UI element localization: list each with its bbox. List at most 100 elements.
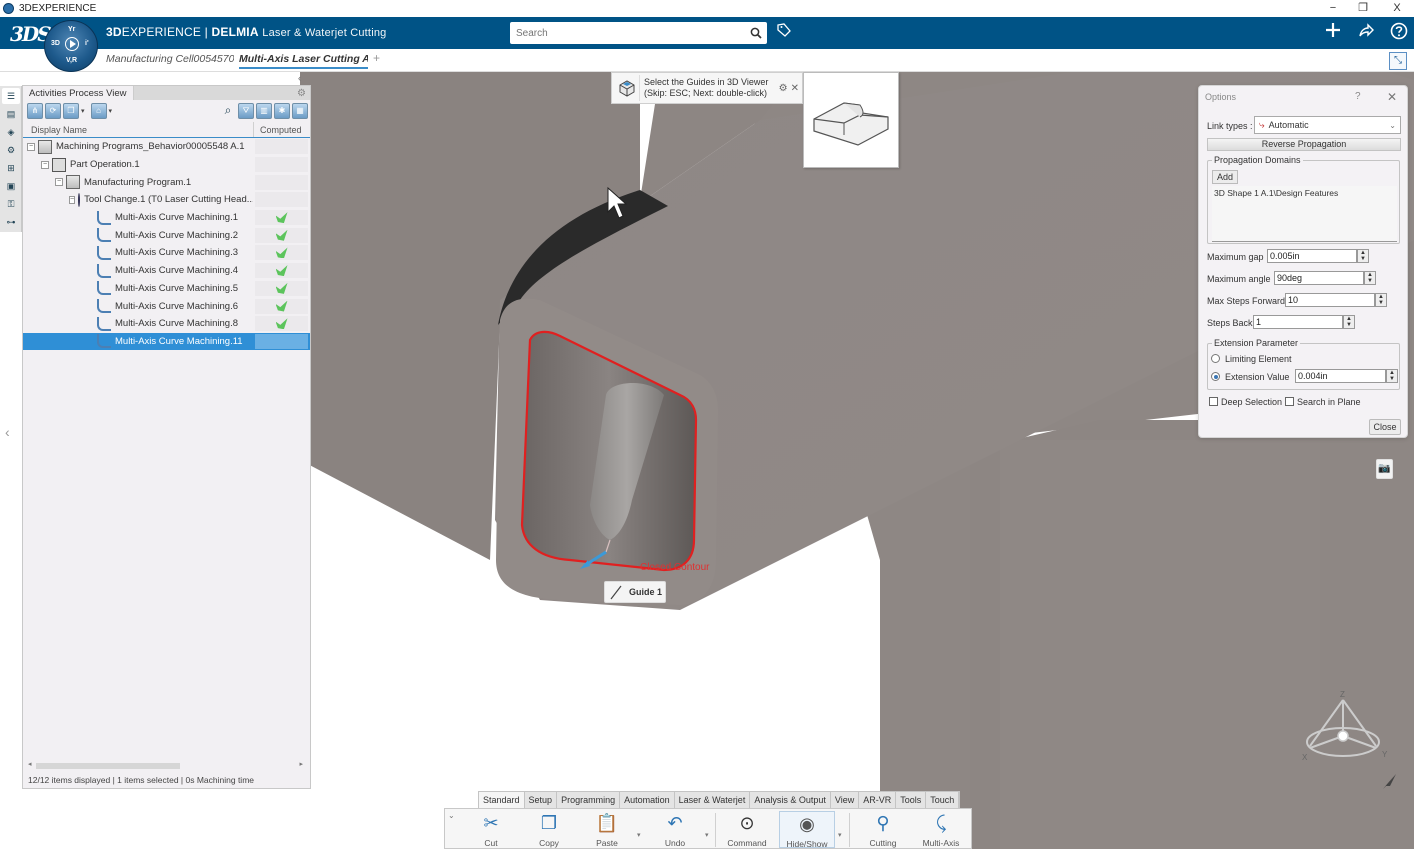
tree-row[interactable]: − Part Operation.1: [23, 156, 310, 174]
add-domain-button[interactable]: Add: [1212, 170, 1238, 184]
tree-row[interactable]: Multi-Axis Curve Machining.2: [23, 226, 310, 244]
cut-button[interactable]: ✂ Cut: [463, 811, 519, 848]
column-computed[interactable]: Computed: [253, 122, 310, 137]
domain-item[interactable]: 3D Shape 1 A.1\Design Features: [1214, 188, 1395, 198]
reverse-propagation-button[interactable]: Reverse Propagation: [1207, 138, 1401, 151]
action-tab-laser-waterjet[interactable]: Laser & Waterjet: [674, 792, 751, 808]
guide-label[interactable]: Guide 1: [604, 581, 666, 603]
help-icon[interactable]: [1388, 22, 1410, 44]
group-icon[interactable]: ⊞: [2, 160, 20, 176]
play-icon[interactable]: [65, 37, 79, 51]
copy-structure-icon[interactable]: ❐: [63, 103, 79, 119]
filter-icon[interactable]: ⛛: [238, 103, 254, 119]
prompt-close-icon[interactable]: ✕: [791, 83, 799, 94]
search-icon[interactable]: [745, 23, 767, 43]
doc-tab-manufacturing-cell[interactable]: Manufacturing Cell0054570: [106, 53, 234, 65]
collapse-panel-chevron[interactable]: ‹: [298, 73, 301, 83]
action-tab-setup[interactable]: Setup: [524, 792, 558, 808]
scrollbar-thumb[interactable]: [36, 763, 180, 769]
horizontal-scrollbar[interactable]: ◂ ▸: [28, 761, 303, 770]
action-tab-tools[interactable]: Tools: [896, 792, 927, 808]
tree-row[interactable]: − Machining Programs_Behavior00005548 A.1: [23, 138, 310, 156]
axis-compass[interactable]: Z X Y: [1300, 686, 1410, 790]
action-tab-programming[interactable]: Programming: [557, 792, 621, 808]
doc-tab-multi-axis-laser[interactable]: Multi-Axis Laser Cutting A.: [239, 53, 368, 69]
tube-vertical-right[interactable]: [1000, 440, 1320, 849]
add-tab-button[interactable]: +: [373, 51, 380, 65]
paste-dropdown-icon[interactable]: ▾: [637, 831, 641, 839]
deep-selection-checkbox[interactable]: [1209, 397, 1218, 406]
multi-axis-button[interactable]: ⤹ Multi-Axis: [913, 811, 969, 848]
command-button[interactable]: ⊙ Command: [719, 811, 775, 848]
filter-tree-icon[interactable]: ⋔: [27, 103, 43, 119]
prompt-settings-icon[interactable]: ⚙: [779, 83, 788, 94]
plus-icon[interactable]: [1322, 22, 1344, 44]
sync-icon[interactable]: ⟳: [45, 103, 61, 119]
action-tab-view[interactable]: View: [830, 792, 860, 808]
dropdown-arrow-icon[interactable]: ▾: [109, 107, 113, 115]
tree-row[interactable]: Multi-Axis Curve Machining.1: [23, 209, 310, 227]
collapse-toggle-icon[interactable]: −: [69, 195, 76, 204]
tree-row[interactable]: − Tool Change.1 (T0 Laser Cutting Head...: [23, 191, 310, 209]
collapse-toggle-icon[interactable]: −: [27, 142, 35, 151]
robot-icon[interactable]: ⚿: [2, 196, 20, 212]
copy-button[interactable]: ❐ Copy: [521, 811, 577, 848]
tree-row[interactable]: − Manufacturing Program.1: [23, 173, 310, 191]
camera-icon[interactable]: 📷: [1376, 459, 1393, 479]
tree-row[interactable]: Multi-Axis Curve Machining.11: [23, 332, 310, 351]
max-steps-forward-input[interactable]: [1285, 293, 1375, 307]
tag-icon[interactable]: [773, 22, 795, 44]
help-icon[interactable]: ?: [1355, 91, 1361, 102]
compass-widget[interactable]: Yr 3D i' V,R: [44, 20, 98, 72]
tree-row[interactable]: Multi-Axis Curve Machining.4: [23, 262, 310, 280]
max-angle-input[interactable]: [1274, 271, 1364, 285]
tree-row[interactable]: Multi-Axis Curve Machining.3: [23, 244, 310, 262]
close-window-button[interactable]: X: [1380, 0, 1414, 17]
undo-dropdown-icon[interactable]: ▾: [705, 831, 709, 839]
column-display-name[interactable]: Display Name: [23, 122, 253, 137]
link-types-select[interactable]: ⤷ Automatic ⌄: [1254, 116, 1401, 134]
action-tab-automation[interactable]: Automation: [620, 792, 675, 808]
panel-tab[interactable]: Activities Process View: [23, 86, 134, 100]
gear-icon[interactable]: ⚙: [297, 88, 306, 99]
close-button[interactable]: Close: [1369, 419, 1401, 435]
max-steps-forward-spinner[interactable]: ▲ ▼: [1375, 293, 1387, 307]
activity-icon[interactable]: ◈: [2, 124, 20, 140]
dropdown-arrow-icon[interactable]: ▾: [81, 107, 85, 115]
collapse-toggle-icon[interactable]: −: [41, 160, 49, 169]
undo-button[interactable]: ↶ Undo: [647, 811, 703, 848]
search-input[interactable]: [510, 23, 745, 43]
max-angle-spinner[interactable]: ▲ ▼: [1364, 271, 1376, 285]
expand-sidebar-chevron[interactable]: ‹: [5, 424, 10, 440]
extension-value-input[interactable]: [1295, 369, 1386, 383]
list-icon[interactable]: ▤: [2, 106, 20, 122]
tree-row[interactable]: Multi-Axis Curve Machining.5: [23, 280, 310, 298]
minimize-button[interactable]: −: [1316, 0, 1350, 17]
home-resource-icon[interactable]: ⌂: [90, 103, 107, 119]
resource-icon[interactable]: ⚙: [2, 142, 20, 158]
steps-back-spinner[interactable]: ▲ ▼: [1343, 315, 1355, 329]
tree-row[interactable]: Multi-Axis Curve Machining.8: [23, 315, 310, 333]
search-in-plane-checkbox[interactable]: [1285, 397, 1294, 406]
cutting-button[interactable]: ⚲ Cutting: [855, 811, 911, 848]
share-icon[interactable]: [1355, 22, 1377, 44]
action-tab-ar-vr[interactable]: AR-VR: [859, 792, 897, 808]
view-direction-icon[interactable]: [1381, 775, 1395, 794]
hide-show-dropdown-icon[interactable]: ▾: [838, 831, 842, 839]
action-tab-standard[interactable]: Standard: [479, 792, 525, 808]
search-box[interactable]: [510, 22, 767, 44]
machine-icon[interactable]: ▣: [2, 178, 20, 194]
extension-value-radio[interactable]: [1211, 372, 1220, 381]
save-icon[interactable]: ▦: [292, 103, 308, 119]
action-bar-collapse-icon[interactable]: ⌄: [448, 811, 455, 820]
domain-list[interactable]: 3D Shape 1 A.1\Design Features: [1212, 186, 1397, 242]
collapse-toggle-icon[interactable]: −: [55, 178, 63, 187]
close-icon[interactable]: ✕: [1387, 90, 1397, 104]
tree-row[interactable]: Multi-Axis Curve Machining.6: [23, 297, 310, 315]
steps-back-input[interactable]: [1253, 315, 1343, 329]
restore-button[interactable]: ❐: [1346, 0, 1380, 17]
hide-show-button[interactable]: ◉ Hide/Show: [779, 811, 835, 849]
max-gap-spinner[interactable]: ▲ ▼: [1357, 249, 1369, 263]
paste-button[interactable]: 📋 Paste: [579, 811, 635, 848]
tree-icon[interactable]: ☰: [2, 88, 20, 104]
